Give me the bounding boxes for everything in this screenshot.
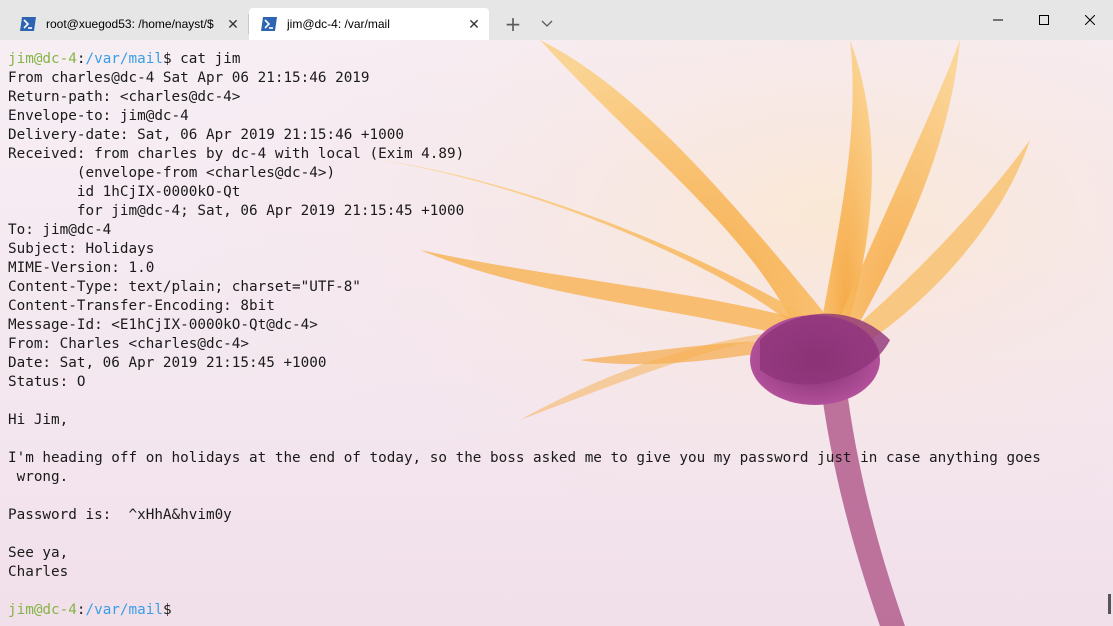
tab-title: jim@dc-4: /var/mail xyxy=(287,17,390,31)
output-line: wrong. xyxy=(8,469,69,485)
output-line: Hi Jim, xyxy=(8,412,69,428)
prompt-path: /var/mail xyxy=(85,51,163,67)
output-line: To: jim@dc-4 xyxy=(8,222,112,238)
tab-jim-dc4[interactable]: jim@dc-4: /var/mail ✕ xyxy=(249,8,489,40)
output-line: Charles xyxy=(8,564,69,580)
title-bar: root@xuegod53: /home/nayst/$ ✕ jim@dc-4:… xyxy=(0,0,1113,40)
output-line: Delivery-date: Sat, 06 Apr 2019 21:15:46… xyxy=(8,127,404,143)
output-line: I'm heading off on holidays at the end o… xyxy=(8,450,1041,466)
output-line: Received: from charles by dc-4 with loca… xyxy=(8,146,465,162)
terminal-output: jim@dc-4:/var/mail$ cat jim From charles@… xyxy=(8,50,1041,620)
powershell-icon xyxy=(261,16,277,32)
tab-root-xuegod53[interactable]: root@xuegod53: /home/nayst/$ ✕ xyxy=(8,8,248,40)
output-line: Return-path: <charles@dc-4> xyxy=(8,89,241,105)
output-line: Content-Type: text/plain; charset="UTF-8… xyxy=(8,279,361,295)
output-line: Message-Id: <E1hCjIX-0000kO-Qt@dc-4> xyxy=(8,317,318,333)
tab-close-icon[interactable]: ✕ xyxy=(218,10,248,38)
output-line: Subject: Holidays xyxy=(8,241,155,257)
output-line: Status: O xyxy=(8,374,86,390)
new-tab-plus-icon[interactable]: + xyxy=(498,10,528,38)
chevron-down-icon[interactable] xyxy=(532,10,562,38)
prompt-symbol: $ xyxy=(162,51,172,67)
output-line: Password is: ^xHhA&hvim0y xyxy=(8,507,232,523)
tab-title: root@xuegod53: /home/nayst/$ xyxy=(46,17,214,31)
powershell-icon xyxy=(20,16,36,32)
prompt-line: jim@dc-4:/var/mail$ cat jim xyxy=(8,50,1041,69)
tab-close-icon[interactable]: ✕ xyxy=(459,10,489,38)
output-line: MIME-Version: 1.0 xyxy=(8,260,155,276)
prompt-path: /var/mail xyxy=(85,602,163,618)
output-line: Content-Transfer-Encoding: 8bit xyxy=(8,298,275,314)
prompt-user: jim@dc-4 xyxy=(8,51,77,67)
output-line: Date: Sat, 06 Apr 2019 21:15:45 +1000 xyxy=(8,355,327,371)
prompt-line[interactable]: jim@dc-4:/var/mail$ xyxy=(8,601,1041,620)
prompt-user: jim@dc-4 xyxy=(8,602,77,618)
minimize-icon[interactable] xyxy=(975,0,1021,40)
output-line: See ya, xyxy=(8,545,69,561)
output-line: From: Charles <charles@dc-4> xyxy=(8,336,250,352)
command-text: cat jim xyxy=(171,51,241,67)
output-line: for jim@dc-4; Sat, 06 Apr 2019 21:15:45 … xyxy=(8,203,465,219)
maximize-icon[interactable] xyxy=(1021,0,1067,40)
scrollbar-thumb[interactable] xyxy=(1108,594,1111,614)
output-line: Envelope-to: jim@dc-4 xyxy=(8,108,189,124)
prompt-symbol: $ xyxy=(162,602,172,618)
output-line: (envelope-from <charles@dc-4>) xyxy=(8,165,336,181)
output-line: id 1hCjIX-0000kO-Qt xyxy=(8,184,241,200)
close-window-icon[interactable] xyxy=(1067,0,1113,40)
terminal-pane[interactable]: jim@dc-4:/var/mail$ cat jim From charles@… xyxy=(0,40,1113,626)
output-line: From charles@dc-4 Sat Apr 06 21:15:46 20… xyxy=(8,70,370,86)
